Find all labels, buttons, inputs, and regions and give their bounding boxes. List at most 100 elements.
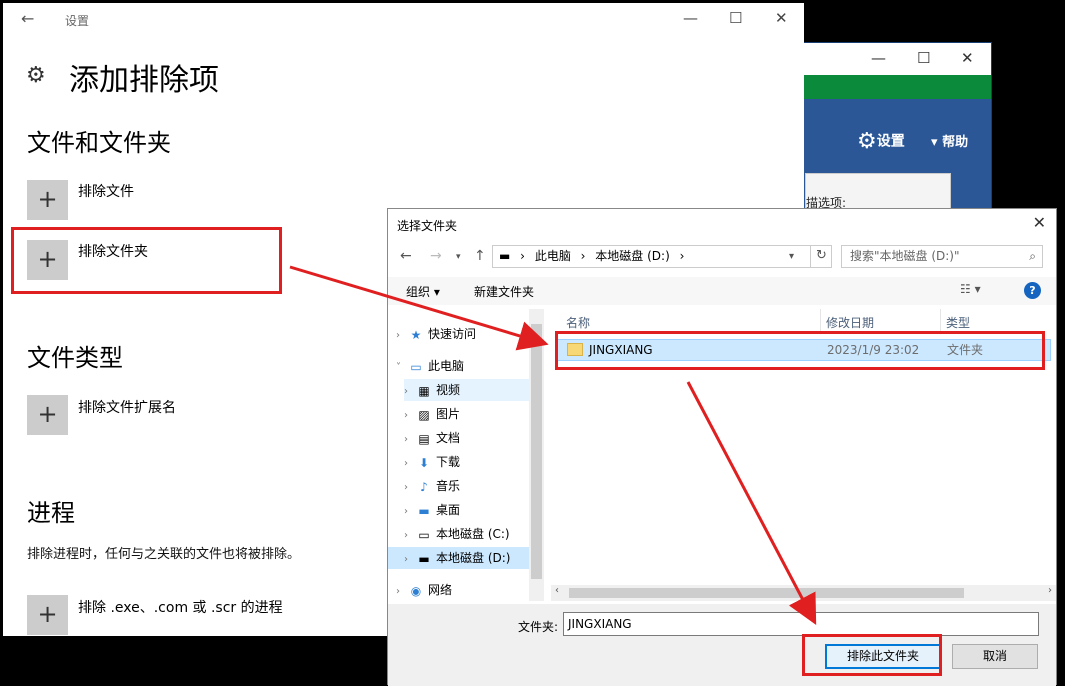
forward-arrow-icon[interactable]: →	[430, 248, 442, 264]
page-title: 添加排除项	[69, 63, 219, 98]
maximize-icon[interactable]: ☐	[917, 49, 930, 67]
background-help-button[interactable]: ▾ 帮助	[931, 131, 968, 150]
search-placeholder: 搜索"本地磁盘 (D:)"	[850, 249, 960, 263]
process-description: 排除进程时，任何与之关联的文件也将被排除。	[27, 547, 301, 562]
highlight-add-folder	[11, 227, 282, 294]
select-folder-dialog: 选择文件夹 ✕ ← → ▾ ↑ ▬ › 此电脑 › 本地磁盘 (D:) › ▾ …	[387, 208, 1058, 686]
back-arrow-icon[interactable]: ←	[400, 248, 412, 264]
add-process-label[interactable]: 排除 .exe、.com 或 .scr 的进程	[78, 597, 283, 617]
column-type[interactable]: 类型	[946, 314, 970, 331]
maximize-icon[interactable]: ☐	[729, 9, 742, 27]
tree-item-this-pc[interactable]: ˅ ▭ 此电脑	[396, 355, 464, 377]
new-folder-button[interactable]: 新建文件夹	[474, 283, 534, 300]
tree-scrollbar[interactable]	[529, 309, 544, 601]
help-icon[interactable]: ?	[1024, 282, 1041, 299]
background-help-label: 帮助	[942, 135, 969, 150]
list-scrollbar-thumb[interactable]	[569, 588, 964, 598]
organize-button[interactable]: 组织 ▾	[406, 283, 440, 300]
tree-item-desktop[interactable]: › ▬ 桌面	[404, 499, 460, 521]
picture-icon: ▨	[418, 407, 430, 422]
address-bar[interactable]: ▬ › 此电脑 › 本地磁盘 (D:) › ▾	[492, 245, 832, 268]
dialog-toolbar: 组织 ▾ 新建文件夹 ☷ ▾ ?	[388, 277, 1056, 305]
tree-item-videos[interactable]: › ▦ 视频	[404, 379, 529, 401]
add-file-label[interactable]: 排除文件	[78, 181, 134, 201]
section-files-folders: 文件和文件夹	[27, 129, 171, 157]
folder-field[interactable]: JINGXIANG	[563, 612, 1039, 636]
tree-item-downloads[interactable]: › ⬇ 下载	[404, 451, 460, 473]
tree-item-disk-c[interactable]: › ▭ 本地磁盘 (C:)	[404, 523, 510, 545]
tree-item-network[interactable]: › ◉ 网络	[396, 579, 452, 601]
video-icon: ▦	[418, 383, 430, 398]
view-options-icon[interactable]: ☷ ▾	[960, 282, 981, 296]
tree-scrollbar-thumb[interactable]	[531, 324, 542, 579]
close-icon[interactable]: ✕	[961, 49, 974, 67]
scroll-left-icon[interactable]: ‹	[555, 585, 559, 596]
tree-item-music[interactable]: › ♪ 音乐	[404, 475, 460, 497]
background-settings-label: 设置	[876, 133, 905, 150]
breadcrumb-disk-d[interactable]: 本地磁盘 (D:)	[595, 249, 669, 263]
add-process-button[interactable]: +	[27, 595, 68, 635]
settings-window-title: 设置	[65, 14, 90, 28]
drive-icon: ▬	[499, 249, 511, 263]
plus-icon: +	[37, 400, 58, 428]
breadcrumb-separator-icon: ›	[580, 249, 586, 263]
column-modified[interactable]: 修改日期	[826, 314, 874, 331]
close-icon[interactable]: ✕	[1033, 213, 1046, 232]
column-separator[interactable]	[940, 309, 941, 333]
document-icon: ▤	[418, 431, 430, 446]
column-name[interactable]: 名称	[566, 314, 590, 331]
tree-item-disk-d[interactable]: › ▬ 本地磁盘 (D:)	[388, 547, 529, 569]
cancel-button[interactable]: 取消	[952, 644, 1038, 669]
close-icon[interactable]: ✕	[775, 9, 788, 27]
section-file-types: 文件类型	[27, 344, 123, 372]
chevron-right-icon: ›	[404, 506, 408, 517]
dialog-footer: 文件夹: JINGXIANG 排除此文件夹 取消	[388, 604, 1056, 686]
tree-item-documents[interactable]: › ▤ 文档	[404, 427, 460, 449]
recent-chevron-icon[interactable]: ▾	[456, 252, 461, 262]
plus-icon: +	[37, 600, 58, 628]
file-list-header: 名称 修改日期 类型	[548, 309, 1058, 333]
back-arrow-icon[interactable]: ←	[21, 9, 34, 28]
gear-icon: ⚙	[26, 63, 46, 88]
up-arrow-icon[interactable]: ↑	[474, 248, 486, 264]
tree-item-pictures[interactable]: › ▨ 图片	[404, 403, 460, 425]
music-icon: ♪	[420, 479, 428, 494]
column-separator[interactable]	[820, 309, 821, 333]
breadcrumb-separator-icon: ›	[520, 249, 525, 263]
list-horizontal-scrollbar[interactable]: ‹ ›	[551, 585, 1056, 601]
chevron-right-icon: ›	[404, 554, 408, 565]
chevron-right-icon: ›	[404, 434, 408, 445]
add-file-button[interactable]: +	[27, 180, 68, 220]
background-app-window: — ☐ ✕ ⚙设置 ▾ 帮助 描选项:	[800, 42, 992, 233]
background-titlebar: — ☐ ✕	[801, 43, 991, 75]
download-icon: ⬇	[418, 455, 430, 470]
background-settings-button[interactable]: ⚙设置	[857, 129, 905, 154]
chevron-right-icon: ›	[404, 386, 408, 397]
highlight-exclude-button	[802, 634, 942, 676]
folder-field-label: 文件夹:	[518, 620, 559, 634]
breadcrumb-this-pc[interactable]: 此电脑	[535, 249, 571, 263]
minimize-icon[interactable]: —	[683, 9, 698, 27]
gear-icon: ⚙	[857, 129, 877, 154]
dialog-title: 选择文件夹	[397, 219, 458, 233]
highlight-folder-row	[555, 331, 1045, 370]
refresh-icon[interactable]: ↻	[810, 245, 832, 268]
add-extension-label[interactable]: 排除文件扩展名	[78, 397, 176, 417]
network-icon: ◉	[410, 583, 422, 598]
chevron-down-icon: ˅	[396, 362, 401, 373]
search-input[interactable]: 搜索"本地磁盘 (D:)" ⌕	[841, 245, 1043, 268]
add-extension-button[interactable]: +	[27, 395, 68, 435]
desktop-icon: ▬	[418, 503, 430, 518]
search-icon[interactable]: ⌕	[1029, 246, 1036, 267]
chevron-right-icon: ›	[396, 330, 400, 341]
chevron-right-icon: ›	[404, 410, 408, 421]
chevron-right-icon: ›	[396, 586, 400, 597]
chevron-right-icon: ›	[404, 482, 408, 493]
minimize-icon[interactable]: —	[871, 49, 886, 67]
breadcrumb-separator-icon: ›	[679, 249, 685, 263]
tree-item-quick-access[interactable]: › ★ 快速访问	[396, 323, 476, 345]
star-icon: ★	[410, 327, 422, 342]
scroll-right-icon[interactable]: ›	[1048, 585, 1052, 596]
windows-drive-icon: ▭	[418, 527, 430, 542]
chevron-down-icon[interactable]: ▾	[789, 246, 794, 267]
